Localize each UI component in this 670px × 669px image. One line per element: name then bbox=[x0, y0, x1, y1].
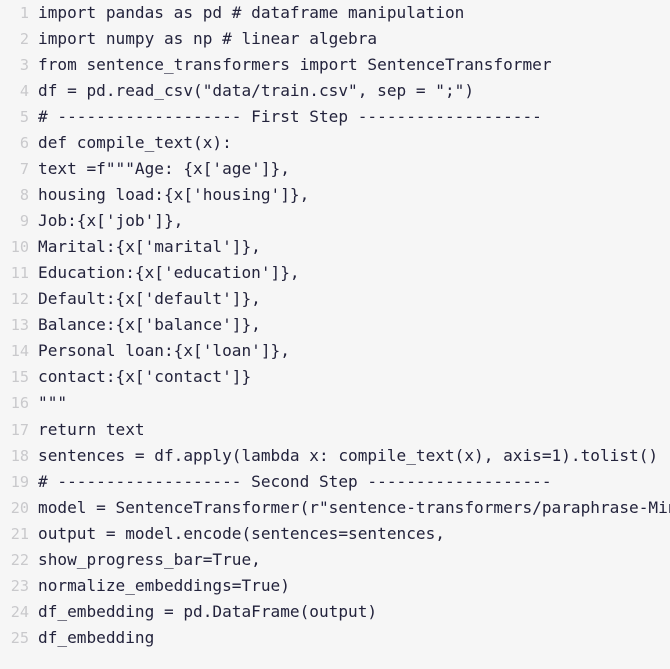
line-number: 4 bbox=[19, 82, 29, 101]
line-content[interactable]: """ bbox=[38, 390, 670, 416]
line-number: 18 bbox=[10, 446, 29, 465]
line-content[interactable]: Balance:{x['balance']}, bbox=[38, 312, 670, 338]
line-content[interactable]: import numpy as np # linear algebra bbox=[38, 26, 670, 52]
code-line[interactable]: 6 def compile_text(x): bbox=[0, 130, 670, 156]
code-listing[interactable]: 1 import pandas as pd # dataframe manipu… bbox=[0, 0, 670, 669]
line-content[interactable]: contact:{x['contact']} bbox=[38, 364, 670, 390]
line-content[interactable]: import pandas as pd # dataframe manipula… bbox=[38, 0, 670, 26]
code-line[interactable]: 22 show_progress_bar=True, bbox=[0, 547, 670, 573]
line-number: 24 bbox=[10, 602, 29, 621]
code-line[interactable]: 17 return text bbox=[0, 417, 670, 443]
code-line[interactable]: 16 """ bbox=[0, 390, 670, 416]
line-number: 15 bbox=[10, 368, 29, 387]
line-content[interactable]: Education:{x['education']}, bbox=[38, 260, 670, 286]
line-content[interactable]: model = SentenceTransformer(r"sentence-t… bbox=[38, 495, 670, 521]
line-number: 1 bbox=[19, 4, 29, 22]
code-line[interactable]: 14 Personal loan:{x['loan']}, bbox=[0, 338, 670, 364]
code-line[interactable]: 8 housing load:{x['housing']}, bbox=[0, 182, 670, 208]
line-number: 17 bbox=[10, 420, 29, 439]
line-number: 20 bbox=[10, 498, 29, 517]
code-line[interactable]: 25 df_embedding bbox=[0, 625, 670, 651]
code-line[interactable]: 24 df_embedding = pd.DataFrame(output) bbox=[0, 599, 670, 625]
line-content[interactable]: from sentence_transformers import Senten… bbox=[38, 52, 670, 78]
line-content[interactable]: df = pd.read_csv("data/train.csv", sep =… bbox=[38, 78, 670, 104]
code-line[interactable]: 21 output = model.encode(sentences=sente… bbox=[0, 521, 670, 547]
line-content[interactable]: sentences = df.apply(lambda x: compile_t… bbox=[38, 443, 670, 469]
code-line[interactable]: 1 import pandas as pd # dataframe manipu… bbox=[0, 0, 670, 26]
code-line[interactable]: 10 Marital:{x['marital']}, bbox=[0, 234, 670, 260]
code-line[interactable]: 3 from sentence_transformers import Sent… bbox=[0, 52, 670, 78]
code-line[interactable]: 2 import numpy as np # linear algebra bbox=[0, 26, 670, 52]
line-number: 2 bbox=[19, 30, 29, 49]
code-line[interactable]: 7 text =f"""Age: {x['age']}, bbox=[0, 156, 670, 182]
code-line[interactable]: 4 df = pd.read_csv("data/train.csv", sep… bbox=[0, 78, 670, 104]
line-number: 25 bbox=[10, 628, 29, 647]
line-number: 13 bbox=[10, 316, 29, 335]
line-number: 9 bbox=[19, 212, 29, 231]
line-number: 12 bbox=[10, 290, 29, 309]
line-content[interactable]: Default:{x['default']}, bbox=[38, 286, 670, 312]
code-line[interactable]: 15 contact:{x['contact']} bbox=[0, 364, 670, 390]
code-line[interactable]: 13 Balance:{x['balance']}, bbox=[0, 312, 670, 338]
line-content[interactable]: Job:{x['job']}, bbox=[38, 208, 670, 234]
line-number: 21 bbox=[10, 524, 29, 543]
code-line[interactable]: 19 # ------------------- Second Step ---… bbox=[0, 469, 670, 495]
line-content[interactable]: text =f"""Age: {x['age']}, bbox=[38, 156, 670, 182]
line-number: 8 bbox=[19, 186, 29, 205]
line-number: 3 bbox=[19, 56, 29, 75]
code-line[interactable]: 23 normalize_embeddings=True) bbox=[0, 573, 670, 599]
line-content[interactable]: def compile_text(x): bbox=[38, 130, 670, 156]
code-line[interactable]: 9 Job:{x['job']}, bbox=[0, 208, 670, 234]
line-number: 5 bbox=[19, 108, 29, 127]
line-number: 22 bbox=[10, 550, 29, 569]
line-content[interactable]: df_embedding = pd.DataFrame(output) bbox=[38, 599, 670, 625]
line-content[interactable]: Personal loan:{x['loan']}, bbox=[38, 338, 670, 364]
line-content[interactable]: # ------------------- Second Step ------… bbox=[38, 469, 670, 495]
line-number: 11 bbox=[10, 264, 29, 283]
code-line[interactable]: 11 Education:{x['education']}, bbox=[0, 260, 670, 286]
line-content[interactable]: return text bbox=[38, 417, 670, 443]
line-number: 19 bbox=[10, 472, 29, 491]
line-number: 6 bbox=[19, 134, 29, 153]
line-content[interactable]: housing load:{x['housing']}, bbox=[38, 182, 670, 208]
code-line[interactable]: 20 model = SentenceTransformer(r"sentenc… bbox=[0, 495, 670, 521]
line-content[interactable]: normalize_embeddings=True) bbox=[38, 573, 670, 599]
line-content[interactable]: Marital:{x['marital']}, bbox=[38, 234, 670, 260]
line-number: 16 bbox=[10, 394, 29, 413]
line-number: 10 bbox=[10, 238, 29, 257]
line-number: 7 bbox=[19, 160, 29, 179]
line-content[interactable]: output = model.encode(sentences=sentence… bbox=[38, 521, 670, 547]
code-line[interactable]: 18 sentences = df.apply(lambda x: compil… bbox=[0, 443, 670, 469]
code-line[interactable]: 12 Default:{x['default']}, bbox=[0, 286, 670, 312]
line-content[interactable]: # ------------------- First Step -------… bbox=[38, 104, 670, 130]
line-number: 14 bbox=[10, 342, 29, 361]
line-content[interactable]: df_embedding bbox=[38, 625, 670, 651]
code-line[interactable]: 5 # ------------------- First Step -----… bbox=[0, 104, 670, 130]
line-content[interactable]: show_progress_bar=True, bbox=[38, 547, 670, 573]
line-number: 23 bbox=[10, 576, 29, 595]
